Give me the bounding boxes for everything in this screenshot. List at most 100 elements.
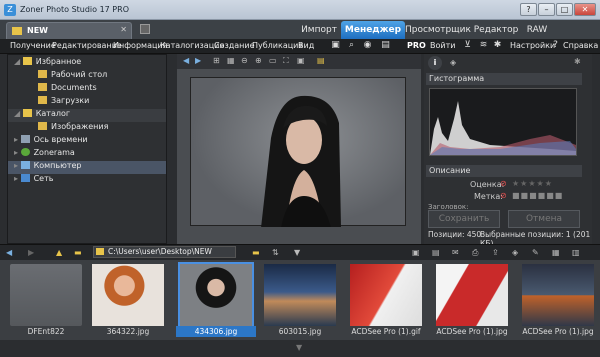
grid-icon[interactable]: ▦ xyxy=(227,56,235,65)
tree-item-desktop[interactable]: Рабочий стол xyxy=(8,70,166,83)
catalog-icon xyxy=(22,109,32,117)
tab-manager[interactable]: Менеджер xyxy=(341,21,405,39)
photo-thumbnail xyxy=(92,264,164,326)
image-icon[interactable]: ▤ xyxy=(380,40,391,51)
tab-editor[interactable]: Редактор xyxy=(470,21,522,39)
label-label: Метка: xyxy=(474,192,503,201)
login-button[interactable]: Войти xyxy=(430,41,455,50)
cart-icon[interactable]: ⊻ xyxy=(462,40,473,51)
tree-item-downloads[interactable]: Загрузки xyxy=(8,96,166,109)
chevron-down-icon: ◢ xyxy=(14,109,23,118)
tag-icon[interactable]: ◈ xyxy=(450,58,456,67)
fit-icon[interactable]: ⊞ xyxy=(213,56,220,65)
color-labels[interactable]: ■■■■■■ xyxy=(512,191,563,200)
close-button[interactable]: ✕ xyxy=(574,3,596,16)
save-button[interactable]: Сохранить xyxy=(428,210,500,228)
menu-item-view[interactable]: Вид xyxy=(298,41,314,50)
document-tab[interactable]: NEW ✕ xyxy=(6,22,132,39)
fullscreen-icon[interactable]: ⛶ xyxy=(283,56,289,66)
no-label-icon[interactable]: ⊘ xyxy=(500,191,507,200)
forward-arrow-icon[interactable]: ▶ xyxy=(195,56,201,65)
help-window-icon[interactable]: ? xyxy=(520,3,537,16)
histogram-section-header[interactable]: Гистограмма xyxy=(426,73,582,85)
collapse-icon[interactable]: ▼ xyxy=(296,343,302,352)
filter-icon[interactable]: ▼ xyxy=(294,248,300,257)
maximize-button[interactable]: □ xyxy=(556,3,573,16)
new-tab-icon[interactable] xyxy=(140,24,150,34)
layout-icon[interactable]: ▥ xyxy=(572,248,580,257)
portrait-photo xyxy=(261,95,341,228)
toolbar-icon-2[interactable]: ▤ xyxy=(432,248,440,257)
panel-settings-icon[interactable]: ✱ xyxy=(574,57,581,66)
rss-icon[interactable]: ≋ xyxy=(478,40,489,51)
toolbar-icon-1[interactable]: ▣ xyxy=(412,248,420,257)
thumbnail-item[interactable]: 364322.jpg xyxy=(88,264,168,338)
edit-icon[interactable]: ✎ xyxy=(532,248,539,257)
close-tab-icon[interactable]: ✕ xyxy=(120,25,127,34)
tree-item-documents[interactable]: Documents xyxy=(8,83,166,96)
thumbnail-item[interactable]: ACDSee Pro (1).jpg xyxy=(432,264,512,338)
sort-icon[interactable]: ⇅ xyxy=(272,248,279,257)
gear-icon[interactable]: ✱ xyxy=(492,40,503,51)
zoner-icon: Z xyxy=(4,4,16,16)
info-icon[interactable]: i xyxy=(428,56,442,70)
folder-icon xyxy=(38,96,47,104)
thumbnail-label: ACDSee Pro (1).jpg xyxy=(436,327,508,336)
zoom-in-icon[interactable]: ⊕ xyxy=(255,56,262,65)
folder-icon xyxy=(38,70,47,78)
description-section-header[interactable]: Описание xyxy=(426,165,582,177)
thumbnail-item[interactable]: 603015.jpg xyxy=(260,264,340,338)
preview-toolbar: ◀ ▶ ⊞ ▦ ⊖ ⊕ ▭ ⛶ ▣ ▤ xyxy=(177,54,421,69)
no-rating-icon[interactable]: ⊘ xyxy=(500,179,507,188)
tree-item-network[interactable]: ▸ Сеть xyxy=(8,174,166,187)
tab-raw[interactable]: RAW xyxy=(522,21,552,39)
tab-import[interactable]: Импорт xyxy=(296,21,342,39)
minimize-button[interactable]: – xyxy=(538,3,555,16)
histogram-graph xyxy=(430,101,576,155)
tree-item-images[interactable]: Изображения xyxy=(8,122,166,135)
photo-thumbnail xyxy=(522,264,594,326)
zoom-out-icon[interactable]: ⊖ xyxy=(241,56,248,65)
new-folder-icon[interactable]: ▬ xyxy=(252,248,260,257)
up-folder-icon[interactable]: ▲ xyxy=(56,248,62,257)
path-input[interactable]: C:\Users\user\Desktop\NEW xyxy=(93,246,236,258)
camera-icon[interactable]: ▣ xyxy=(330,40,341,51)
bottom-strip: ▼ xyxy=(0,340,600,357)
tree-item-timeline[interactable]: ▸ Ось времени xyxy=(8,135,166,148)
rating-stars[interactable]: ★★★★★ xyxy=(512,179,553,188)
menu-item-create[interactable]: Создание xyxy=(214,41,255,50)
mail-icon[interactable]: ✉ xyxy=(452,248,459,257)
settings-button[interactable]: Настройки xyxy=(510,41,555,50)
cancel-button[interactable]: Отмена xyxy=(508,210,580,228)
help-button[interactable]: Справка xyxy=(563,41,598,50)
tree-item-catalog[interactable]: ◢ Каталог xyxy=(8,109,166,122)
back-arrow-icon[interactable]: ◀ xyxy=(183,56,189,65)
tree-item-computer[interactable]: ▸ Компьютер xyxy=(8,161,166,174)
thumbnail-item[interactable]: ACDSee Pro (1).jpg xyxy=(518,264,598,338)
tab-viewer[interactable]: Просмотрщик xyxy=(405,21,471,39)
crop-icon[interactable]: ▤ xyxy=(317,56,325,65)
tree-item-favorites[interactable]: ◢ Избранное xyxy=(8,57,166,70)
photo-thumbnail xyxy=(178,262,254,328)
thumbnail-item[interactable]: ACDSee Pro (1).gif xyxy=(346,264,426,338)
thumbnail-item[interactable]: DFEnt822 xyxy=(6,264,86,338)
view-mode-icon[interactable]: ▦ xyxy=(552,248,560,257)
menu-item-acquire[interactable]: Получение xyxy=(10,41,56,50)
user-icon[interactable]: ◉ xyxy=(362,40,373,51)
share-icon[interactable]: ⇪ xyxy=(492,248,499,257)
back-arrow-icon[interactable]: ◀ xyxy=(6,248,12,257)
menu-item-edit[interactable]: Редактирование xyxy=(52,41,122,50)
navigator-panel: ◢ Избранное Рабочий стол Documents Загру… xyxy=(7,54,167,244)
tree-item-zonerama[interactable]: ▸ Zonerama xyxy=(8,148,166,161)
question-icon[interactable]: ? xyxy=(550,40,561,51)
search-icon[interactable]: ⌕ xyxy=(346,40,357,51)
slideshow-icon[interactable]: ▣ xyxy=(297,56,305,65)
thumbnail-item-selected[interactable]: 434306.jpg xyxy=(176,262,256,338)
forward-arrow-icon[interactable]: ▶ xyxy=(28,248,34,257)
print-icon[interactable]: ⎙ xyxy=(472,248,478,258)
actual-size-icon[interactable]: ▭ xyxy=(269,56,277,65)
tag-icon[interactable]: ◈ xyxy=(512,248,518,257)
folder-icon[interactable]: ▬ xyxy=(74,248,82,257)
folder-icon xyxy=(96,248,104,255)
menu-item-publish[interactable]: Публикация xyxy=(252,41,303,50)
